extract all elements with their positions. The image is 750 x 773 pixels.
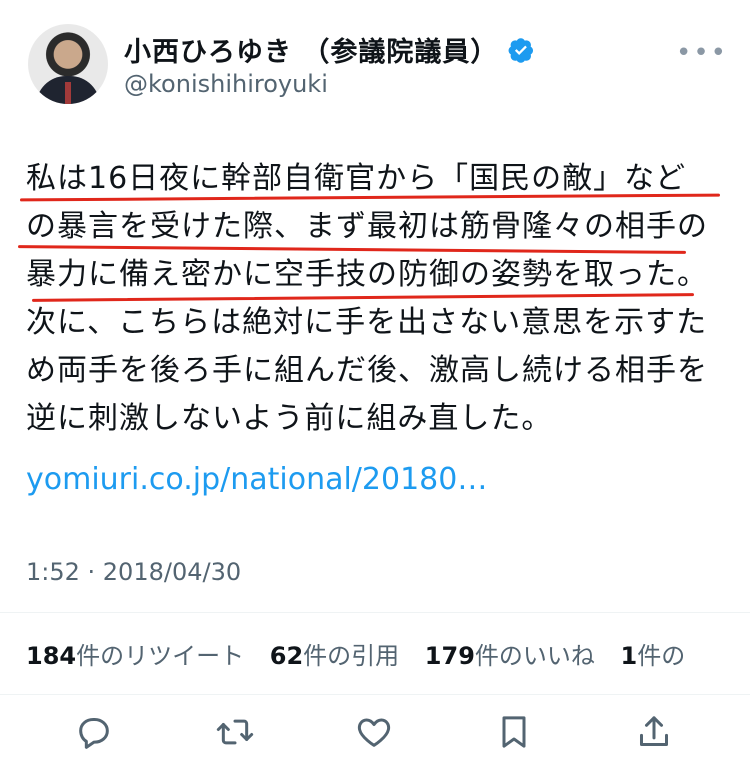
- user-name-row: 小西ひろゆき （参議院議員）: [124, 30, 534, 69]
- divider: [0, 612, 750, 613]
- engagement-stats: 184件のリツイート 62件の引用 179件のいいね 1件の: [26, 636, 703, 671]
- tweet-line: 次に、こちらは絶対に手を出さない意思を示すた: [26, 305, 708, 340]
- bookmark-icon[interactable]: [494, 712, 534, 752]
- tweet-line: め両手を後ろ手に組んだ後、激高し続ける相手を: [26, 353, 708, 388]
- avatar-tie: [65, 82, 71, 104]
- likes-count[interactable]: 179: [425, 642, 475, 670]
- quotes-label[interactable]: 件の引用: [303, 642, 399, 670]
- tweet-text: 私は16日夜に幹部自衛官から「国民の敵」など の暴言を受けた際、まず最初は筋骨隆…: [26, 155, 726, 443]
- retweets-label[interactable]: 件のリツイート: [76, 642, 244, 670]
- retweets-count[interactable]: 184: [26, 642, 76, 670]
- likes-label[interactable]: 件のいいね: [475, 642, 595, 670]
- share-icon[interactable]: [634, 712, 674, 752]
- bookmarks-label[interactable]: 件の: [637, 642, 685, 670]
- tweet-line: 暴力に備え密かに空手技の防御の姿勢を取った。: [26, 257, 708, 292]
- article-link[interactable]: yomiuri.co.jp/national/20180…: [26, 462, 487, 497]
- tweet-line: 逆に刺激しないよう前に組み直した。: [26, 401, 553, 436]
- user-handle[interactable]: @konishihiroyuki: [124, 70, 328, 98]
- more-options-icon[interactable]: •••: [676, 38, 728, 68]
- tweet-timestamp[interactable]: 1:52 · 2018/04/30: [26, 558, 241, 586]
- reply-icon[interactable]: [74, 712, 114, 752]
- tweet-line: の暴言を受けた際、まず最初は筋骨隆々の相手の: [26, 209, 708, 244]
- verified-badge-icon: [508, 37, 534, 63]
- avatar[interactable]: [28, 24, 108, 104]
- action-bar: [0, 712, 750, 762]
- tweet-line: 私は16日夜に幹部自衛官から「国民の敵」など: [26, 161, 687, 196]
- divider: [0, 694, 750, 695]
- retweet-icon[interactable]: [215, 712, 255, 752]
- quotes-count[interactable]: 62: [270, 642, 303, 670]
- bookmarks-count[interactable]: 1: [621, 642, 638, 670]
- display-name[interactable]: 小西ひろゆき （参議院議員）: [124, 30, 498, 69]
- like-icon[interactable]: [354, 712, 394, 752]
